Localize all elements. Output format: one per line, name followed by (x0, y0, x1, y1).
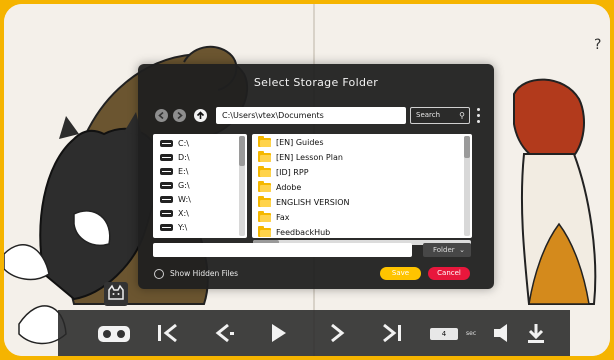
timer-value[interactable]: 4 (430, 328, 458, 340)
play-icon[interactable] (264, 320, 292, 346)
folder-icon (258, 166, 271, 177)
path-input[interactable]: C:\Users\vtex\Documents (216, 107, 406, 124)
folder-icon (258, 151, 271, 162)
scrollbar-thumb[interactable] (464, 136, 470, 158)
drive-icon (160, 196, 173, 203)
folder-item[interactable]: [ID] RPP (258, 166, 309, 180)
folder-item[interactable]: FeedbackHub (258, 226, 330, 238)
drive-item[interactable]: G:\ (160, 180, 190, 192)
last-page-icon[interactable] (378, 320, 406, 346)
player-control-bar: 4 sec (58, 310, 570, 356)
volume-icon[interactable] (488, 320, 516, 346)
folder-item[interactable]: [EN] Lesson Plan (258, 151, 343, 165)
drive-item[interactable]: C:\ (160, 138, 189, 150)
folder-item[interactable]: Fax (258, 211, 290, 225)
folder-icon (258, 196, 271, 207)
drive-list[interactable]: C:\ D:\ E:\ G:\ W:\ X:\ Y:\ (153, 134, 247, 238)
folder-list-scrollbar[interactable] (464, 136, 470, 236)
scrollbar-thumb[interactable] (239, 136, 245, 166)
drive-item[interactable]: Y:\ (160, 222, 187, 234)
dialog-title: Select Storage Folder (253, 76, 379, 89)
chevron-down-icon: ⌄ (459, 246, 465, 254)
first-page-icon[interactable] (154, 320, 182, 346)
previous-page-icon[interactable] (210, 320, 238, 346)
forward-arrow-icon[interactable] (173, 109, 186, 122)
drive-item[interactable]: X:\ (160, 208, 189, 220)
drive-icon (160, 224, 173, 231)
back-arrow-icon[interactable] (155, 109, 168, 122)
file-type-label: Folder (433, 246, 455, 254)
cancel-button[interactable]: Cancel (428, 267, 470, 280)
vr-headset-icon[interactable] (96, 320, 132, 346)
drive-item[interactable]: D:\ (160, 152, 190, 164)
folder-item[interactable]: ENGLISH VERSION (258, 196, 350, 210)
folder-icon (258, 136, 271, 147)
select-storage-folder-dialog: Select Storage Folder C:\Users\vtex\Docu… (138, 64, 494, 289)
timer-unit: sec (466, 330, 477, 337)
app-frame: ? 4 sec Select Storage Folder C:\Users\v… (4, 4, 610, 356)
drive-list-scrollbar[interactable] (239, 136, 245, 236)
save-button[interactable]: Save (380, 267, 421, 280)
search-label: Search (416, 111, 441, 119)
search-icon: ⚲ (459, 111, 465, 120)
more-vert-icon[interactable] (477, 108, 480, 123)
folder-item[interactable]: [EN] Guides (258, 136, 323, 150)
drive-icon (160, 182, 173, 189)
show-hidden-radio[interactable] (154, 269, 164, 279)
next-page-icon[interactable] (322, 320, 350, 346)
folder-icon (258, 181, 271, 192)
folder-icon (258, 226, 271, 237)
drive-icon (160, 210, 173, 217)
drive-item[interactable]: E:\ (160, 166, 188, 178)
filename-input[interactable] (153, 243, 412, 257)
folder-icon (258, 211, 271, 222)
up-arrow-icon[interactable] (194, 109, 207, 122)
drive-icon (160, 140, 173, 147)
svg-text:?: ? (594, 37, 601, 53)
drive-icon (160, 154, 173, 161)
show-hidden-label: Show Hidden Files (170, 269, 239, 278)
download-icon[interactable] (522, 320, 550, 346)
folder-list[interactable]: [EN] Guides [EN] Lesson Plan [ID] RPP Ad… (252, 134, 472, 238)
folder-item[interactable]: Adobe (258, 181, 301, 195)
file-type-select[interactable]: Folder ⌄ (423, 243, 471, 257)
drive-icon (160, 168, 173, 175)
search-button[interactable]: Search ⚲ (410, 107, 470, 124)
drive-item[interactable]: W:\ (160, 194, 191, 206)
cat-face-icon[interactable] (104, 282, 128, 306)
